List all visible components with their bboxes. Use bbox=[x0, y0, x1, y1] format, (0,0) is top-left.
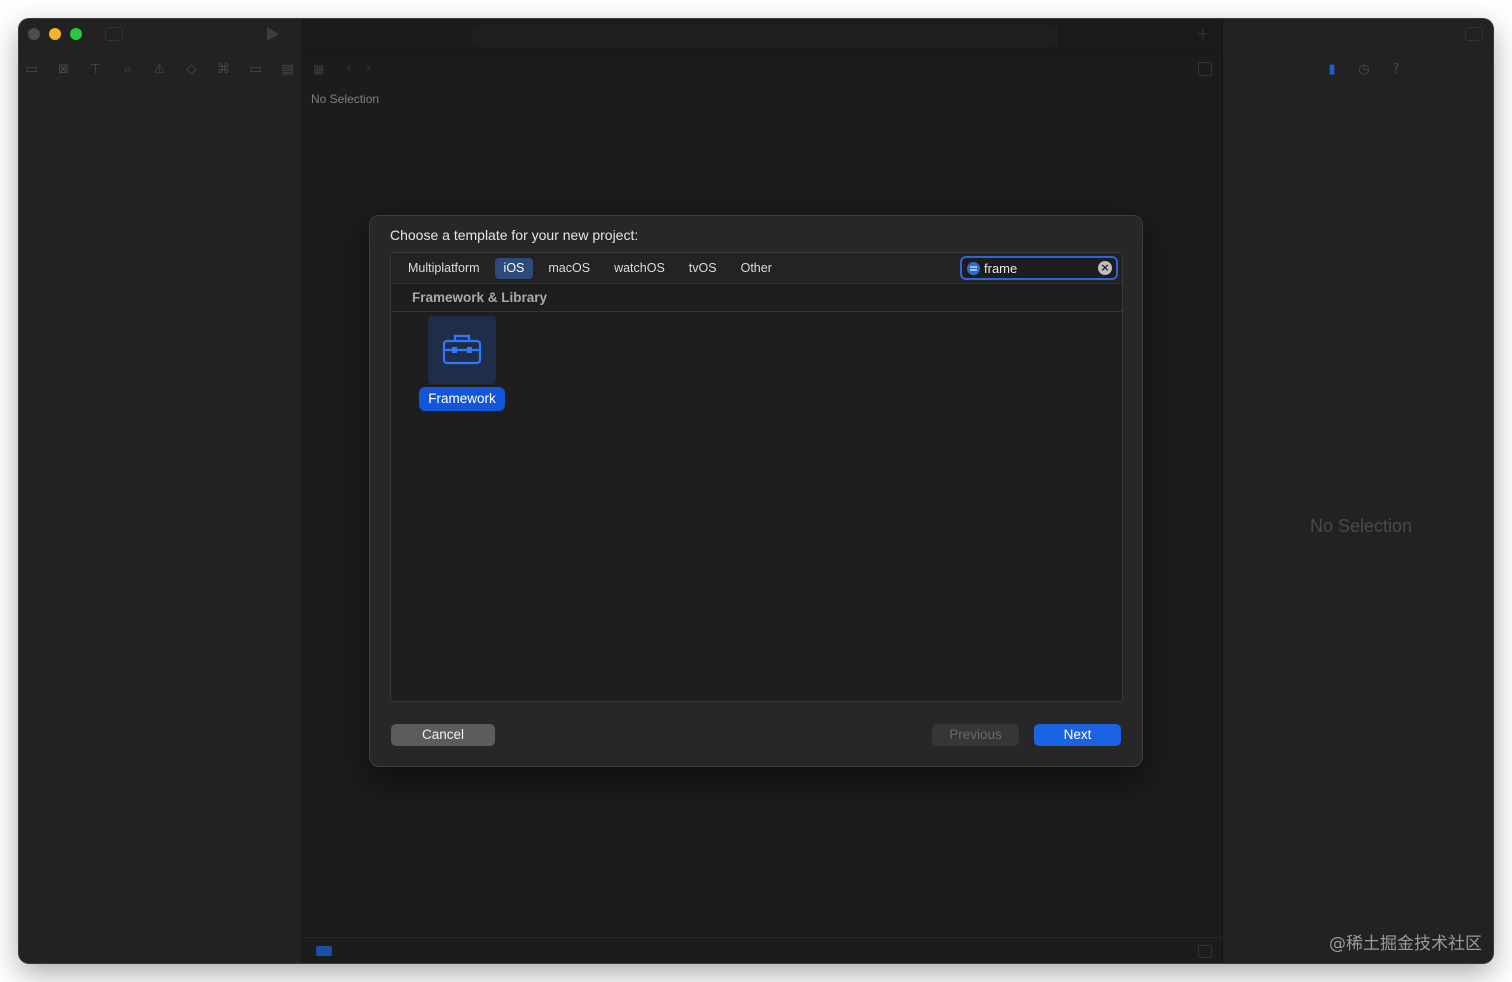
warning-icon[interactable]: ⚠ bbox=[151, 61, 168, 78]
close-window-button[interactable] bbox=[28, 28, 40, 40]
section-header: Framework & Library bbox=[391, 285, 1122, 312]
debug-icon[interactable]: ⌘ bbox=[215, 61, 232, 78]
inspector-pane: ▮ ◷ ? No Selection bbox=[1222, 19, 1493, 963]
previous-button[interactable]: Previous bbox=[932, 724, 1019, 746]
inspector-no-selection-label: No Selection bbox=[1309, 516, 1413, 536]
cancel-button[interactable]: Cancel bbox=[391, 724, 495, 746]
folder-icon[interactable]: ▭ bbox=[23, 61, 40, 78]
forward-chevron-icon[interactable]: › bbox=[366, 61, 371, 76]
tab-ios[interactable]: iOS bbox=[494, 258, 534, 279]
symbol-icon[interactable]: ⊤ bbox=[87, 61, 104, 78]
dialog-title: Choose a template for your new project: bbox=[390, 227, 639, 243]
add-icon[interactable]: + bbox=[1197, 24, 1208, 45]
template-label: Framework bbox=[419, 387, 505, 411]
breakpoint-icon[interactable]: ▭ bbox=[247, 61, 264, 78]
search-value: frame bbox=[984, 261, 1018, 276]
source-control-icon[interactable]: ⊠ bbox=[55, 61, 72, 78]
watermark: @稀土掘金技术社区 bbox=[1329, 934, 1482, 954]
toolbar: + bbox=[304, 19, 1222, 55]
zoom-window-button[interactable] bbox=[70, 28, 82, 40]
tab-multiplatform[interactable]: Multiplatform bbox=[399, 258, 489, 279]
filter-icon[interactable] bbox=[316, 946, 332, 956]
run-icon[interactable] bbox=[267, 27, 279, 41]
platform-tabs: Multiplatform iOS macOS watchOS tvOS Oth… bbox=[399, 258, 787, 279]
tab-tvos[interactable]: tvOS bbox=[680, 258, 726, 279]
help-inspector-icon[interactable]: ? bbox=[1387, 61, 1405, 79]
debug-area-toggle-icon[interactable] bbox=[1198, 945, 1212, 958]
template-chooser: Multiplatform iOS macOS watchOS tvOS Oth… bbox=[390, 252, 1123, 702]
minimize-window-button[interactable] bbox=[49, 28, 61, 40]
search-icon[interactable]: ⌕ bbox=[119, 61, 136, 78]
section-title: Framework & Library bbox=[412, 290, 548, 305]
new-project-template-dialog: Choose a template for your new project: … bbox=[369, 215, 1143, 767]
tab-watchos[interactable]: watchOS bbox=[605, 258, 674, 279]
file-inspector-icon[interactable]: ▮ bbox=[1323, 61, 1341, 79]
navigator-tab-bar: ▭ ⊠ ⊤ ⌕ ⚠ ◇ ⌘ ▭ ▤ bbox=[23, 61, 296, 78]
report-icon[interactable]: ▤ bbox=[279, 61, 296, 78]
jump-bar: ▦ ‹ › bbox=[304, 56, 1222, 84]
editor-bottom-bar bbox=[304, 937, 1222, 963]
template-icon-box bbox=[428, 316, 496, 384]
platform-tab-bar: Multiplatform iOS macOS watchOS tvOS Oth… bbox=[391, 253, 1122, 284]
navigator-pane: ▭ ⊠ ⊤ ⌕ ⚠ ◇ ⌘ ▭ ▤ bbox=[19, 19, 303, 963]
filter-icon bbox=[967, 262, 980, 275]
editor-no-selection-label: No Selection bbox=[311, 92, 380, 106]
related-items-icon[interactable]: ▦ bbox=[313, 62, 324, 76]
clear-search-icon[interactable]: × bbox=[1098, 261, 1112, 275]
tab-macos[interactable]: macOS bbox=[539, 258, 599, 279]
back-chevron-icon[interactable]: ‹ bbox=[346, 61, 351, 76]
sidebar-toggle-icon[interactable] bbox=[105, 27, 123, 41]
traffic-lights bbox=[28, 28, 82, 40]
history-inspector-icon[interactable]: ◷ bbox=[1355, 61, 1373, 79]
inspector-toggle-icon[interactable] bbox=[1465, 27, 1483, 41]
inspector-tab-bar: ▮ ◷ ? bbox=[1323, 61, 1405, 79]
toolbox-icon bbox=[442, 334, 482, 365]
template-search-input[interactable]: frame × bbox=[960, 256, 1118, 280]
next-button[interactable]: Next bbox=[1034, 724, 1121, 746]
template-item-framework[interactable]: Framework bbox=[419, 316, 505, 412]
test-diamond-icon[interactable]: ◇ bbox=[183, 61, 200, 78]
tab-other[interactable]: Other bbox=[732, 258, 781, 279]
activity-view bbox=[472, 25, 1058, 47]
split-editor-icon[interactable] bbox=[1198, 62, 1212, 76]
